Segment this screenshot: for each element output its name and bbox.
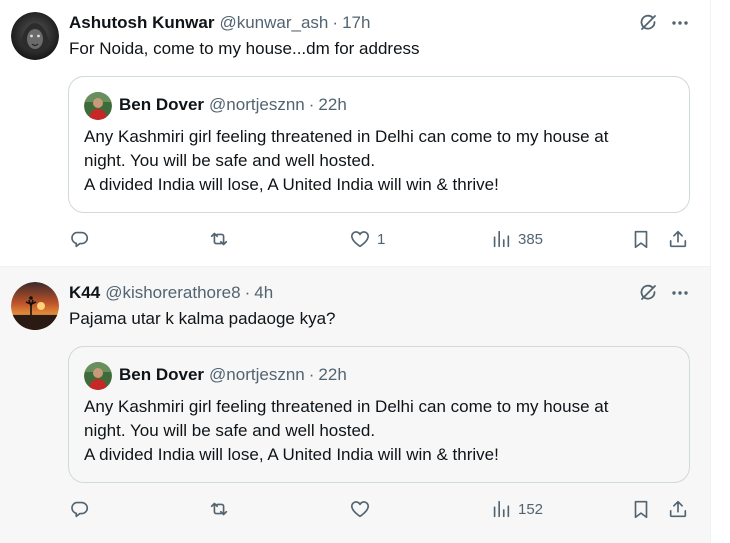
views-chart-icon xyxy=(493,230,510,248)
like-button[interactable]: 1 xyxy=(349,227,385,251)
views-chart-icon xyxy=(493,500,510,518)
timestamp[interactable]: 4h xyxy=(254,283,273,303)
reply-button[interactable] xyxy=(68,227,96,251)
tweet-header: K44 @kishorerathore8 · 4h xyxy=(69,282,273,304)
repost-icon xyxy=(210,232,228,246)
reply-icon xyxy=(71,231,88,248)
quoted-tweet[interactable]: Ben Dover @nortjesznn · 22h Any Kashmiri… xyxy=(68,346,690,483)
quoted-line: night. You will be safe and well hosted. xyxy=(84,421,376,440)
author-handle[interactable]: @kishorerathore8 xyxy=(105,283,240,303)
heart-icon xyxy=(350,231,370,248)
separator-dot: · xyxy=(308,365,315,384)
separator-dot: · xyxy=(332,13,339,32)
bookmark-button[interactable] xyxy=(630,227,652,251)
quoted-author-handle[interactable]: @nortjesznn xyxy=(209,365,305,385)
repost-button[interactable] xyxy=(208,227,236,251)
views-button[interactable]: 385 xyxy=(490,227,543,251)
quoted-author-name[interactable]: Ben Dover xyxy=(119,95,204,115)
view-count: 152 xyxy=(518,500,544,518)
quoted-timestamp[interactable]: 22h xyxy=(318,95,346,115)
quoted-tweet-header: Ben Dover @nortjesznn · 22h xyxy=(119,364,347,386)
timestamp[interactable]: 17h xyxy=(342,13,370,33)
quoted-line: Any Kashmiri girl feeling threatened in … xyxy=(84,397,609,416)
quoted-line: A divided India will lose, A United Indi… xyxy=(84,445,499,464)
quoted-line: A divided India will lose, A United Indi… xyxy=(84,175,499,194)
tweet-actions: 1 385 xyxy=(68,227,700,251)
quoted-line: Any Kashmiri girl feeling threatened in … xyxy=(84,127,609,146)
tweet-ashutosh[interactable]: Ashutosh Kunwar @kunwar_ash · 17h For No… xyxy=(0,0,710,267)
tweet-text: For Noida, come to my house...dm for add… xyxy=(69,39,420,58)
share-button[interactable] xyxy=(667,227,689,251)
bookmark-button[interactable] xyxy=(630,497,652,521)
quoted-tweet-text: Any Kashmiri girl feeling threatened in … xyxy=(84,395,608,467)
views-button[interactable]: 152 xyxy=(490,497,543,521)
quoted-timestamp[interactable]: 22h xyxy=(318,365,346,385)
quoted-tweet[interactable]: Ben Dover @nortjesznn · 22h Any Kashmiri… xyxy=(68,76,690,213)
repost-button[interactable] xyxy=(208,497,236,521)
author-handle[interactable]: @kunwar_ash xyxy=(219,13,328,33)
quoted-author-name[interactable]: Ben Dover xyxy=(119,365,204,385)
sunset-avatar-icon[interactable] xyxy=(11,282,59,330)
bookmark-icon xyxy=(634,230,648,249)
quoted-tweet-header: Ben Dover @nortjesznn · 22h xyxy=(119,94,347,116)
like-button[interactable] xyxy=(349,497,377,521)
separator-dot: · xyxy=(244,283,251,302)
more-options-icon[interactable] xyxy=(670,13,690,33)
quoted-user-avatar-icon xyxy=(84,92,112,120)
tweet-k44[interactable]: K44 @kishorerathore8 · 4h Pajama utar k … xyxy=(0,267,710,543)
tweet-text: Pajama utar k kalma padaoge kya? xyxy=(69,309,336,328)
grok-icon[interactable] xyxy=(638,13,658,33)
author-name[interactable]: K44 xyxy=(69,283,100,303)
heart-icon xyxy=(350,501,370,518)
timeline-feed: Ashutosh Kunwar @kunwar_ash · 17h For No… xyxy=(0,0,710,543)
lion-avatar-icon[interactable] xyxy=(11,12,59,60)
share-icon xyxy=(669,500,687,518)
share-button[interactable] xyxy=(667,497,689,521)
quoted-tweet-text: Any Kashmiri girl feeling threatened in … xyxy=(84,125,608,197)
quoted-user-avatar-icon xyxy=(84,362,112,390)
tweet-header: Ashutosh Kunwar @kunwar_ash · 17h xyxy=(69,12,370,34)
separator-dot: · xyxy=(308,95,315,114)
quoted-author-handle[interactable]: @nortjesznn xyxy=(209,95,305,115)
repost-icon xyxy=(210,502,228,516)
like-count: 1 xyxy=(377,230,386,248)
bookmark-icon xyxy=(634,500,648,519)
more-options-icon[interactable] xyxy=(670,283,690,303)
reply-button[interactable] xyxy=(68,497,96,521)
reply-icon xyxy=(71,501,88,518)
author-name[interactable]: Ashutosh Kunwar xyxy=(69,13,214,33)
share-icon xyxy=(669,230,687,248)
grok-icon[interactable] xyxy=(638,283,658,303)
quoted-line: night. You will be safe and well hosted. xyxy=(84,151,376,170)
view-count: 385 xyxy=(518,230,544,248)
column-border xyxy=(710,0,711,543)
tweet-actions: 152 xyxy=(68,497,700,521)
